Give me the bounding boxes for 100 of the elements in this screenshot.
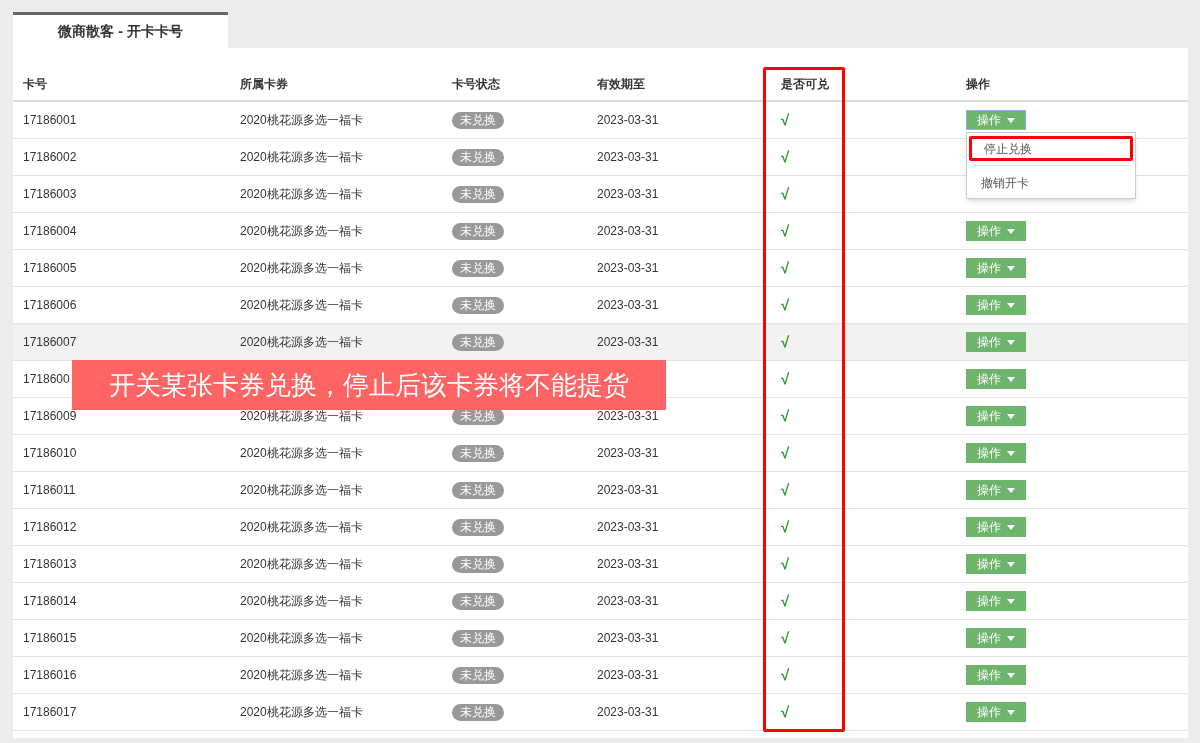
table-cell-text: 17186002 (23, 149, 77, 166)
caret-icon (1007, 709, 1015, 715)
caret-icon (1007, 524, 1015, 530)
check-mark: √ (781, 627, 790, 648)
status-badge: 未兑换 (452, 481, 504, 499)
caret-icon (1007, 413, 1015, 419)
status-badge: 未兑换 (452, 555, 504, 573)
status-badge: 未兑换 (452, 703, 504, 721)
check-mark: √ (781, 664, 790, 685)
table-cell-text: 2020桃花源多选一福卡 (240, 704, 363, 721)
check-mark: √ (781, 146, 790, 167)
table-cell-text: 1718600 (23, 371, 70, 388)
table-cell-text: 2020桃花源多选一福卡 (240, 186, 363, 203)
table-cell-text: 2020桃花源多选一福卡 (240, 334, 363, 351)
table-cell-text: 2020桃花源多选一福卡 (240, 482, 363, 499)
table-cell-text: 2020桃花源多选一福卡 (240, 297, 363, 314)
action-dropdown-button[interactable]: 操作 (966, 221, 1026, 241)
action-dropdown-button[interactable]: 操作 (966, 628, 1026, 648)
table-cell-text: 17186004 (23, 223, 77, 240)
check-mark: √ (781, 405, 790, 426)
status-badge: 未兑换 (452, 592, 504, 610)
table-cell-text: 17186015 (23, 630, 77, 647)
action-dropdown-button[interactable]: 操作 (966, 480, 1026, 500)
table-cell-text: 2023-03-31 (597, 630, 659, 647)
table-cell-text: 2023-03-31 (597, 112, 659, 129)
check-mark: √ (781, 701, 790, 722)
check-mark: √ (781, 257, 790, 278)
action-dropdown-button[interactable]: 操作 (966, 332, 1026, 352)
check-mark: √ (781, 553, 790, 574)
caret-icon (1007, 487, 1015, 493)
status-badge: 未兑换 (452, 222, 504, 240)
table-cell-text: 2023-03-31 (597, 519, 659, 536)
caret-icon (1007, 228, 1015, 234)
check-mark: √ (781, 516, 790, 537)
column-header: 是否可兑 (781, 76, 829, 93)
action-dropdown-button[interactable]: 操作 (966, 406, 1026, 426)
action-dropdown-button[interactable]: 操作 (966, 665, 1026, 685)
action-dropdown-button[interactable]: 操作 (966, 517, 1026, 537)
status-badge: 未兑换 (452, 259, 504, 277)
table-cell-text: 17186010 (23, 445, 77, 462)
table-cell-text: 17186016 (23, 667, 77, 684)
table-cell-text: 17186011 (23, 482, 76, 499)
check-mark: √ (781, 294, 790, 315)
table-cell-text: 2020桃花源多选一福卡 (240, 445, 363, 462)
table-cell-text: 2020桃花源多选一福卡 (240, 667, 363, 684)
table-cell-text: 2020桃花源多选一福卡 (240, 556, 363, 573)
status-badge: 未兑换 (452, 629, 504, 647)
column-header: 有效期至 (597, 76, 645, 93)
caret-icon (1007, 598, 1015, 604)
tab[interactable]: 微商散客 - 开卡卡号 (13, 12, 228, 48)
table-cell-text: 2020桃花源多选一福卡 (240, 260, 363, 277)
caret-icon (1007, 635, 1015, 641)
table-cell-text: 2020桃花源多选一福卡 (240, 593, 363, 610)
table-cell-text: 2023-03-31 (597, 593, 659, 610)
action-dropdown-button[interactable]: 操作 (966, 554, 1026, 574)
table-cell-text: 2023-03-31 (597, 186, 659, 203)
table-cell-text: 2023-03-31 (597, 445, 659, 462)
caret-icon (1007, 376, 1015, 382)
table-cell-text: 17186013 (23, 556, 77, 573)
status-badge: 未兑换 (452, 444, 504, 462)
action-dropdown-button[interactable]: 操作 (966, 369, 1026, 389)
column-header: 卡号 (23, 76, 47, 93)
action-dropdown-button[interactable]: 操作 (966, 258, 1026, 278)
action-dropdown-button[interactable]: 操作 (966, 591, 1026, 611)
action-dropdown-button[interactable]: 操作 (966, 295, 1026, 315)
table-cell-text: 2020桃花源多选一福卡 (240, 408, 363, 425)
status-badge: 未兑换 (452, 185, 504, 203)
table-cell-text: 17186014 (23, 593, 77, 610)
menu-item[interactable]: 停止兑换 (969, 136, 1133, 161)
check-mark: √ (781, 590, 790, 611)
caret-icon (1007, 672, 1015, 678)
caret-icon (1007, 302, 1015, 308)
check-mark: √ (781, 479, 790, 500)
check-mark: √ (781, 220, 790, 241)
table-cell-text: 17186017 (23, 704, 77, 721)
action-dropdown-button[interactable]: 操作 (966, 702, 1026, 722)
table-cell-text: 17186003 (23, 186, 77, 203)
table-cell-text: 2023-03-31 (597, 149, 659, 166)
column-header: 操作 (966, 76, 990, 93)
caret-icon (1007, 265, 1015, 271)
column-header: 所属卡券 (240, 76, 288, 93)
table-cell-text: 17186012 (23, 519, 77, 536)
table-cell-text: 17186007 (23, 334, 77, 351)
menu-item[interactable]: 撤销开卡 (967, 170, 1135, 195)
table-cell-text: 2020桃花源多选一福卡 (240, 630, 363, 647)
table-cell-text: 2023-03-31 (597, 334, 659, 351)
table-cell-text: 2020桃花源多选一福卡 (240, 112, 363, 129)
status-badge: 未兑换 (452, 666, 504, 684)
status-badge: 未兑换 (452, 296, 504, 314)
action-dropdown-button[interactable]: 操作 (966, 443, 1026, 463)
column-header: 卡号状态 (452, 76, 500, 93)
table-cell-text: 2023-03-31 (597, 223, 659, 240)
table-cell-text: 17186001 (23, 112, 77, 129)
annotation-banner: 开关某张卡券兑换，停止后该卡券将不能提货 (72, 360, 666, 410)
caret-icon (1007, 450, 1015, 456)
table-cell-text: 2023-03-31 (597, 297, 659, 314)
status-badge: 未兑换 (452, 111, 504, 129)
table-cell-text: 17186009 (23, 408, 77, 425)
action-dropdown-button[interactable]: 操作 (966, 110, 1026, 130)
caret-icon (1007, 561, 1015, 567)
